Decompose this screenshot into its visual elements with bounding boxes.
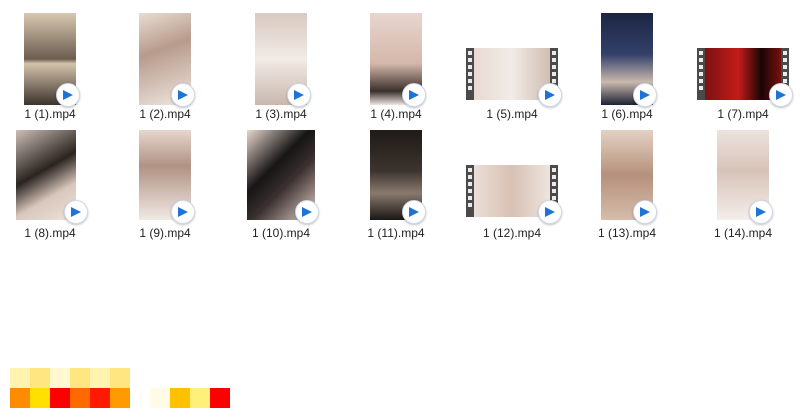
pixel-block — [110, 368, 130, 388]
file-name: 1 (13).mp4 — [597, 226, 657, 240]
file-name: 1 (6).mp4 — [601, 107, 653, 121]
video-player-icon — [538, 83, 562, 107]
pixel-block — [90, 388, 110, 408]
pixel-block — [70, 388, 90, 408]
pixel-block — [50, 368, 70, 388]
file-name: 1 (8).mp4 — [24, 226, 76, 240]
file-name: 1 (5).mp4 — [486, 107, 538, 121]
pixel-block — [170, 388, 190, 408]
file-name: 1 (14).mp4 — [713, 226, 773, 240]
file-item[interactable]: 1 (5).mp4 — [462, 13, 562, 121]
pixel-block — [30, 368, 50, 388]
file-name: 1 (4).mp4 — [370, 107, 422, 121]
file-item[interactable]: 1 (7).mp4 — [693, 13, 793, 121]
file-name: 1 (7).mp4 — [717, 107, 769, 121]
pixel-block — [10, 388, 30, 408]
pixel-block — [110, 388, 130, 408]
video-player-icon — [633, 83, 657, 107]
video-player-icon — [633, 200, 657, 224]
video-player-icon — [287, 83, 311, 107]
video-player-icon — [64, 200, 88, 224]
file-item[interactable]: 1 (12).mp4 — [462, 130, 562, 240]
file-item[interactable]: 1 (3).mp4 — [231, 13, 331, 121]
file-name: 1 (12).mp4 — [482, 226, 542, 240]
file-name: 1 (1).mp4 — [24, 107, 76, 121]
pixel-block — [150, 388, 170, 408]
pixel-block — [30, 388, 50, 408]
video-player-icon — [171, 83, 195, 107]
file-item[interactable]: 1 (2).mp4 — [115, 13, 215, 121]
file-name: 1 (2).mp4 — [139, 107, 191, 121]
file-item[interactable]: 1 (13).mp4 — [577, 130, 677, 240]
file-name: 1 (9).mp4 — [139, 226, 191, 240]
pixel-block — [70, 368, 90, 388]
file-item[interactable]: 1 (9).mp4 — [115, 130, 215, 240]
pixel-block — [210, 388, 230, 408]
file-item[interactable]: 1 (11).mp4 — [346, 130, 446, 240]
video-player-icon — [171, 200, 195, 224]
file-item[interactable]: 1 (10).mp4 — [231, 130, 331, 240]
file-item[interactable]: 1 (8).mp4 — [0, 130, 100, 240]
pixel-block — [90, 368, 110, 388]
video-player-icon — [769, 83, 793, 107]
video-player-icon — [402, 200, 426, 224]
video-player-icon — [402, 83, 426, 107]
file-item[interactable]: 1 (4).mp4 — [346, 13, 446, 121]
pixel-block — [10, 368, 30, 388]
file-item[interactable]: 1 (14).mp4 — [693, 130, 793, 240]
file-name: 1 (3).mp4 — [255, 107, 307, 121]
decorative-pixels — [10, 368, 240, 410]
file-item[interactable]: 1 (1).mp4 — [0, 13, 100, 121]
file-name: 1 (10).mp4 — [251, 226, 311, 240]
pixel-block — [50, 388, 70, 408]
pixel-block — [190, 388, 210, 408]
video-player-icon — [538, 200, 562, 224]
video-player-icon — [56, 83, 80, 107]
video-player-icon — [295, 200, 319, 224]
video-player-icon — [749, 200, 773, 224]
file-grid: 1 (1).mp4 1 (2).mp4 1 (3).mp4 1 (4).mp4 — [0, 0, 800, 260]
file-item[interactable]: 1 (6).mp4 — [577, 13, 677, 121]
file-name: 1 (11).mp4 — [367, 226, 425, 240]
